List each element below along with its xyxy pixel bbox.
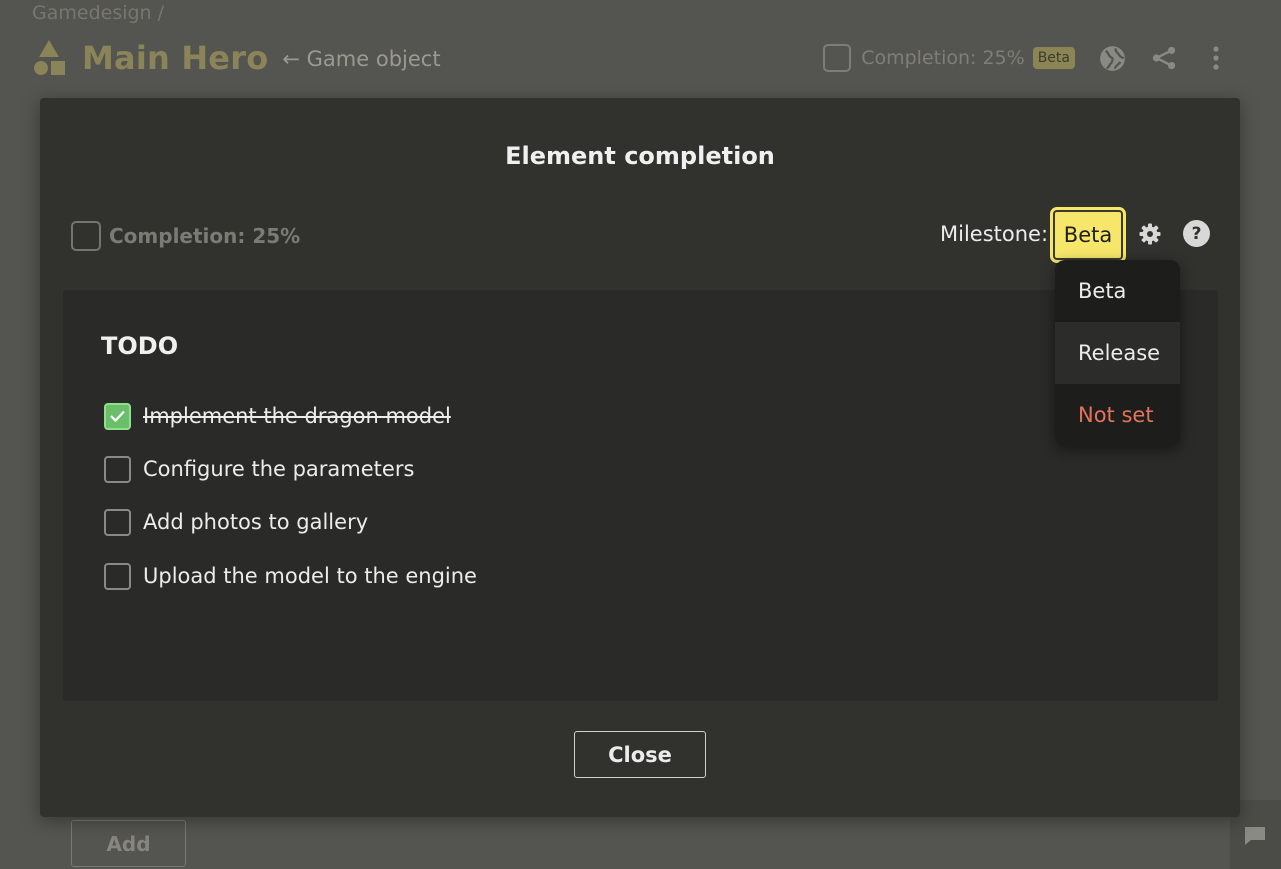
todo-item[interactable]: Implement the dragon model (104, 402, 477, 430)
milestone-dropdown: Beta Release Not set (1055, 260, 1180, 446)
modal-title: Element completion (505, 142, 775, 170)
todo-checkbox-checked[interactable] (104, 402, 131, 430)
header-actions: Completion: 25% Beta (823, 42, 1231, 74)
todo-list: Implement the dragon model Configure the… (104, 402, 477, 615)
page-header: Main Hero ← Game object (32, 36, 441, 80)
gear-icon[interactable] (1138, 222, 1162, 246)
todo-title: TODO (101, 332, 179, 360)
share-icon[interactable] (1149, 43, 1179, 73)
add-button[interactable]: Add (71, 820, 186, 867)
todo-item[interactable]: Configure the parameters (104, 455, 477, 483)
element-completion-modal: Element completion Completion: 25% Miles… (40, 98, 1240, 817)
globe-icon[interactable] (1097, 43, 1127, 73)
completion-label: Completion: 25% (109, 224, 301, 248)
todo-checkbox[interactable] (104, 455, 131, 483)
todo-item-label: Add photos to gallery (143, 510, 369, 534)
todo-item-label: Configure the parameters (143, 457, 415, 481)
milestone-badge[interactable]: Beta (1032, 47, 1075, 69)
completion-checkbox[interactable] (71, 221, 101, 251)
todo-panel: TODO Implement the dragon model Configur… (63, 290, 1218, 701)
more-vertical-icon[interactable] (1201, 43, 1231, 73)
header-completion-label: Completion: 25% (861, 47, 1025, 69)
header-completion-checkbox[interactable] (823, 44, 852, 72)
todo-checkbox[interactable] (104, 562, 131, 590)
milestone-option-beta[interactable]: Beta (1055, 260, 1180, 322)
todo-item[interactable]: Add photos to gallery (104, 508, 477, 536)
milestone-option-not-set[interactable]: Not set (1055, 384, 1180, 446)
help-icon[interactable]: ? (1183, 220, 1210, 247)
todo-item-label: Implement the dragon model (143, 404, 451, 428)
close-button[interactable]: Close (574, 731, 706, 778)
todo-checkbox[interactable] (104, 508, 131, 536)
checkmark-icon (110, 410, 125, 423)
todo-item-label: Upload the model to the engine (143, 564, 477, 588)
chat-icon[interactable] (1244, 826, 1266, 846)
breadcrumb[interactable]: Gamedesign / (32, 2, 164, 24)
milestone-label: Milestone: (940, 222, 1049, 246)
todo-item[interactable]: Upload the model to the engine (104, 562, 477, 590)
milestone-option-release[interactable]: Release (1055, 322, 1180, 384)
object-type-link[interactable]: ← Game object (282, 47, 440, 71)
completion-toggle[interactable]: Completion: 25% (71, 221, 300, 251)
shapes-logo-icon (34, 40, 65, 75)
page-title: Main Hero (82, 39, 269, 77)
milestone-select[interactable]: Beta (1050, 207, 1126, 263)
